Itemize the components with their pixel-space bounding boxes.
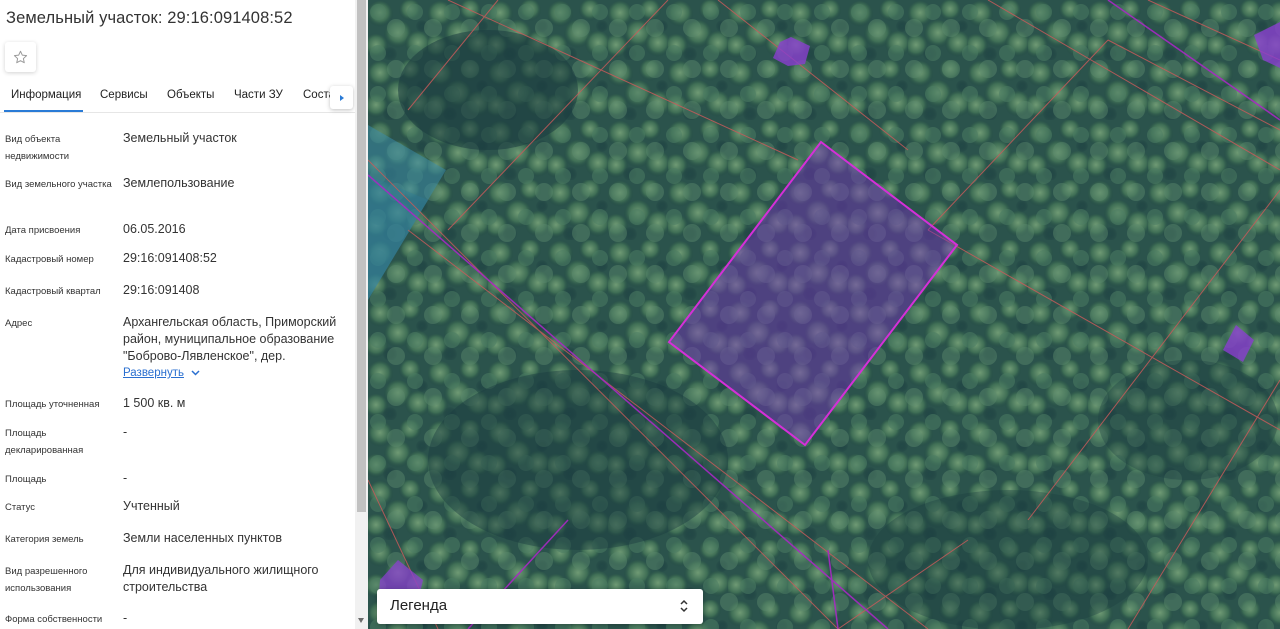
attr-value-address: Архангельская область, Приморский район,… <box>123 315 337 363</box>
attr-label-area: Площадь <box>5 474 47 485</box>
scroll-down-arrow-icon[interactable] <box>358 618 364 623</box>
legend-dropdown[interactable]: Легенда <box>377 589 703 624</box>
attr-value-cadastral-quarter: 29:16:091408 <box>123 283 200 297</box>
attr-value-land-category: Земли населенных пунктов <box>123 531 282 545</box>
attr-label-cadastral-number: Кадастровый номер <box>5 254 94 265</box>
star-outline-icon <box>13 50 28 63</box>
attr-label-area-specified: Площадь уточненная <box>5 399 100 410</box>
active-tab-indicator <box>4 110 83 112</box>
tab-bar: Информация Сервисы Объекты Части ЗУ Сост… <box>0 84 356 113</box>
tabs-scroll-right-button[interactable] <box>330 86 353 109</box>
map-view[interactable] <box>368 0 1280 629</box>
attr-label-object-type: Вид объекта недвижимости <box>5 134 70 162</box>
attr-label-cadastral-quarter: Кадастровый квартал <box>5 286 101 297</box>
attr-label-status: Статус <box>5 502 36 513</box>
attr-value-object-type: Земельный участок <box>123 131 237 145</box>
attr-value-status: Учтенный <box>123 499 180 513</box>
tab-parcel-parts[interactable]: Части ЗУ <box>234 89 283 101</box>
satellite-map-canvas[interactable] <box>368 0 1280 629</box>
attr-label-permitted-use: Вид разрешенного использования <box>5 566 88 594</box>
expand-address-link[interactable]: Развернуть <box>123 367 200 379</box>
panel-title: Земельный участок: 29:16:091408:52 <box>6 9 293 27</box>
attr-label-address: Адрес <box>5 318 33 329</box>
chevron-right-icon <box>339 94 344 101</box>
attr-value-parcel-type: Землепользование <box>123 176 235 190</box>
tab-info[interactable]: Информация <box>11 89 81 101</box>
tab-objects[interactable]: Объекты <box>167 89 214 101</box>
attr-label-assign-date: Дата присвоения <box>5 225 81 236</box>
info-panel: Земельный участок: 29:16:091408:52 Инфор… <box>0 0 368 629</box>
attr-value-cadastral-number: 29:16:091408:52 <box>123 251 217 265</box>
attr-value-assign-date: 06.05.2016 <box>123 222 186 236</box>
attr-value-permitted-use: Для индивидуального жилищного строительс… <box>123 563 319 594</box>
tab-services[interactable]: Сервисы <box>100 89 148 101</box>
attr-value-area-declared: - <box>123 425 128 439</box>
favorite-button[interactable] <box>5 42 36 72</box>
legend-label: Легенда <box>390 597 448 614</box>
expand-collapse-icon <box>680 599 688 613</box>
attr-label-land-category: Категория земель <box>5 534 84 545</box>
panel-scrollbar-thumb[interactable] <box>357 0 366 512</box>
attr-value-ownership: - <box>123 611 128 625</box>
attr-value-area: - <box>123 471 128 485</box>
attr-label-ownership: Форма собственности <box>5 614 103 625</box>
attr-label-area-declared: Площадь декларированная <box>5 428 84 456</box>
attr-value-area-specified: 1 500 кв. м <box>123 396 186 410</box>
chevron-down-icon <box>191 370 200 376</box>
attr-label-parcel-type: Вид земельного участка <box>5 179 112 190</box>
expand-link-label: Развернуть <box>123 367 184 379</box>
